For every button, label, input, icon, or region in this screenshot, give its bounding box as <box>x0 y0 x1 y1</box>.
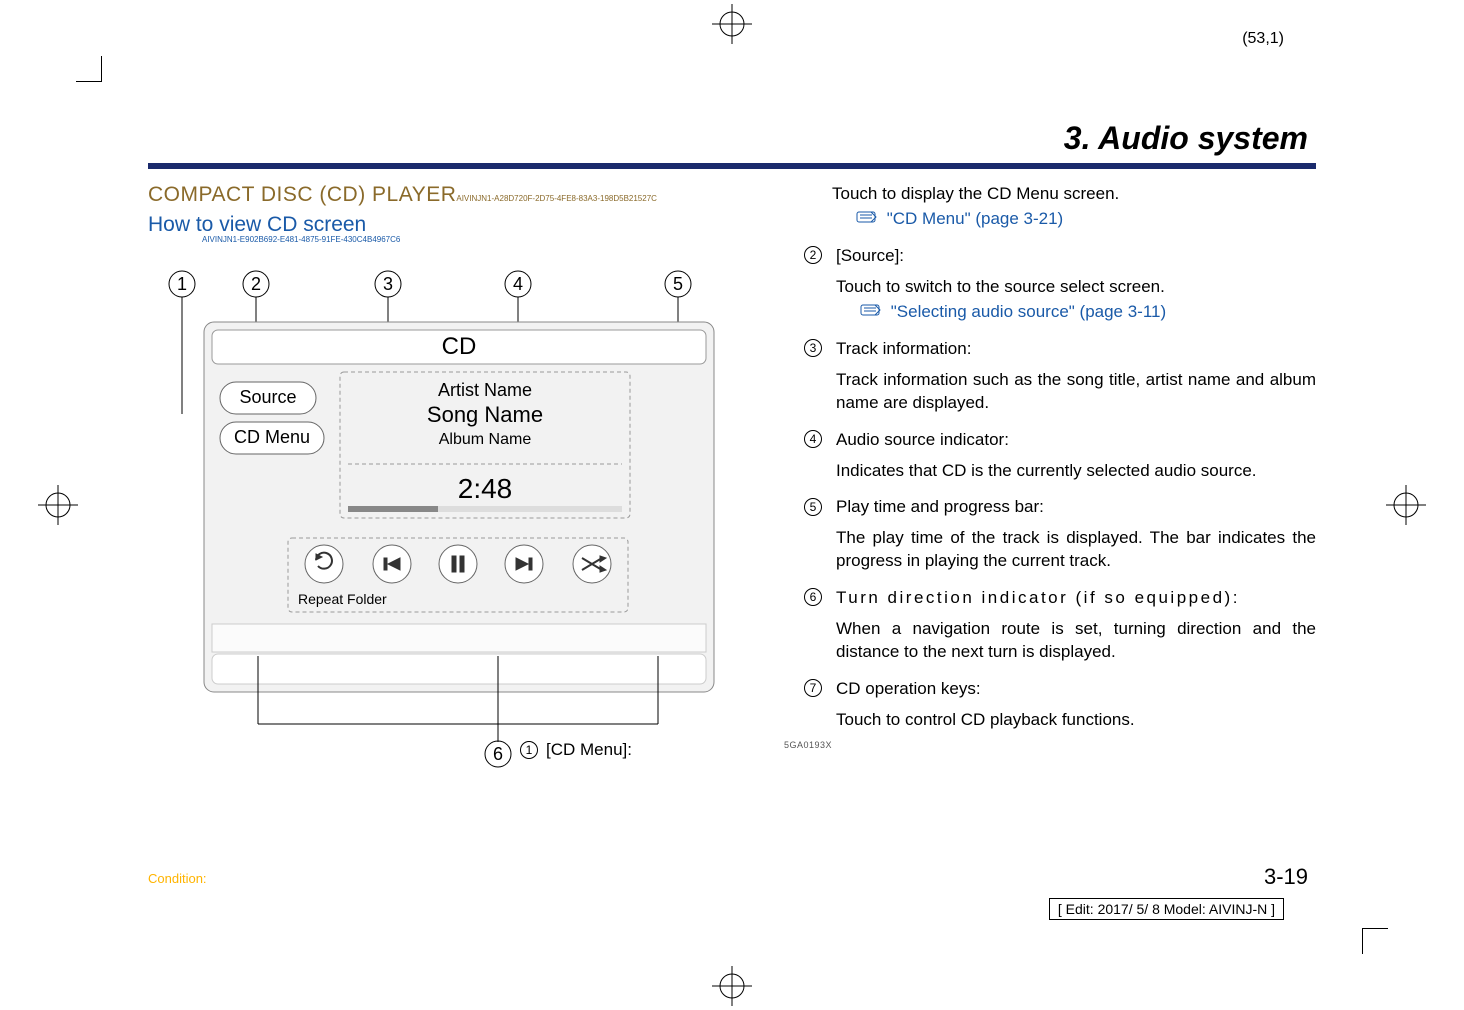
callout-item-7: 7 CD operation keys: Touch to control CD… <box>804 678 1316 732</box>
callout-item-4: 4 Audio source indicator: Indicates that… <box>804 429 1316 483</box>
callout-description: Track information such as the song title… <box>836 369 1316 415</box>
registration-mark-bottom <box>712 966 752 1006</box>
callout-number: 6 <box>804 588 822 606</box>
callout-description: Touch to control CD playback functions. <box>836 709 1316 732</box>
section-guid: AIVINJN1-A28D720F-2D75-4FE8-83A3-198D5B2… <box>456 194 657 203</box>
callout-item-1: 1 [CD Menu]: <box>520 740 632 760</box>
callout-number: 1 <box>520 741 538 759</box>
section-heading-text: COMPACT DISC (CD) PLAYER <box>148 183 456 206</box>
callout-label: Play time and progress bar: <box>836 496 1316 519</box>
registration-mark-left <box>38 485 78 525</box>
reference-icon <box>856 208 878 231</box>
callout-description: When a navigation route is set, turning … <box>836 618 1316 664</box>
see-reference: "Selecting audio source" (page 3-11) <box>860 301 1316 324</box>
figure-song: Song Name <box>427 402 543 427</box>
callout-label: Audio source indicator: <box>836 429 1316 452</box>
callout-label: Turn direction indicator (if so equipped… <box>836 587 1316 610</box>
svg-text:6: 6 <box>493 744 503 764</box>
page-number: 3-19 <box>1264 864 1308 890</box>
registration-mark-top <box>712 4 752 44</box>
figure-source-button: Source <box>239 387 296 407</box>
callout-item-2: 2 [Source]: Touch to switch to the sourc… <box>804 245 1316 324</box>
crop-tick <box>1362 928 1363 954</box>
crop-tick <box>1362 928 1388 929</box>
lead-description: Touch to display the CD Menu screen. <box>832 183 1316 206</box>
svg-text:3: 3 <box>383 274 393 294</box>
figure-code: 5GA0193X <box>784 740 832 750</box>
subsection-heading-text: How to view CD screen <box>148 213 366 236</box>
callout-number: 3 <box>804 339 822 357</box>
callout-number: 2 <box>804 246 822 264</box>
see-reference: "CD Menu" (page 3-21) <box>856 208 1316 231</box>
callout-number: 7 <box>804 679 822 697</box>
chapter-title: 3. Audio system <box>148 120 1316 157</box>
see-link-text[interactable]: "Selecting audio source" (page 3-11) <box>891 302 1166 321</box>
see-link-text[interactable]: "CD Menu" (page 3-21) <box>887 209 1063 228</box>
svg-text:2: 2 <box>251 274 261 294</box>
section-heading: COMPACT DISC (CD) PLAYERAIVINJN1-A28D720… <box>148 183 768 207</box>
callout-description: The play time of the track is displayed.… <box>836 527 1316 573</box>
edit-info-box: [ Edit: 2017/ 5/ 8 Model: AIVINJ-N ] <box>1049 898 1284 920</box>
callout-description: Touch to switch to the source select scr… <box>836 276 1316 299</box>
callout-number: 5 <box>804 498 822 516</box>
reference-icon <box>860 301 882 324</box>
callout-label: [Source]: <box>836 245 1316 268</box>
subsection-guid: AIVINJN1-E902B692-E481-4875-91FE-430C4B4… <box>202 235 768 244</box>
figure-album: Album Name <box>439 431 532 448</box>
figure-cdmenu-button: CD Menu <box>234 427 310 447</box>
cd-screen-figure: 1 2 3 4 5 <box>148 254 768 774</box>
crop-tick <box>101 56 102 82</box>
registration-mark-right <box>1386 485 1426 525</box>
figure-repeat-label: Repeat Folder <box>298 591 387 607</box>
svg-text:4: 4 <box>513 274 523 294</box>
callout-label: CD operation keys: <box>836 678 1316 701</box>
header-rule <box>148 163 1316 169</box>
callout-number: 4 <box>804 430 822 448</box>
callout-description: Indicates that CD is the currently selec… <box>836 460 1316 483</box>
callout-item-6: 6 Turn direction indicator (if so equipp… <box>804 587 1316 664</box>
subsection-heading: How to view CD screen AIVINJN1-E902B692-… <box>148 213 768 244</box>
crop-tick <box>76 81 102 82</box>
figure-artist: Artist Name <box>438 380 532 400</box>
svg-text:5: 5 <box>673 274 683 294</box>
callout-item-3: 3 Track information: Track information s… <box>804 338 1316 415</box>
callout-label: [CD Menu]: <box>546 740 632 760</box>
figure-time: 2:48 <box>458 473 513 504</box>
sheet-coordinate: (53,1) <box>1242 30 1284 48</box>
svg-text:1: 1 <box>177 274 187 294</box>
figure-title-cd: CD <box>442 333 477 360</box>
callout-item-5: 5 Play time and progress bar: The play t… <box>804 496 1316 573</box>
condition-label: Condition: <box>148 871 207 886</box>
callout-label: Track information: <box>836 338 1316 361</box>
